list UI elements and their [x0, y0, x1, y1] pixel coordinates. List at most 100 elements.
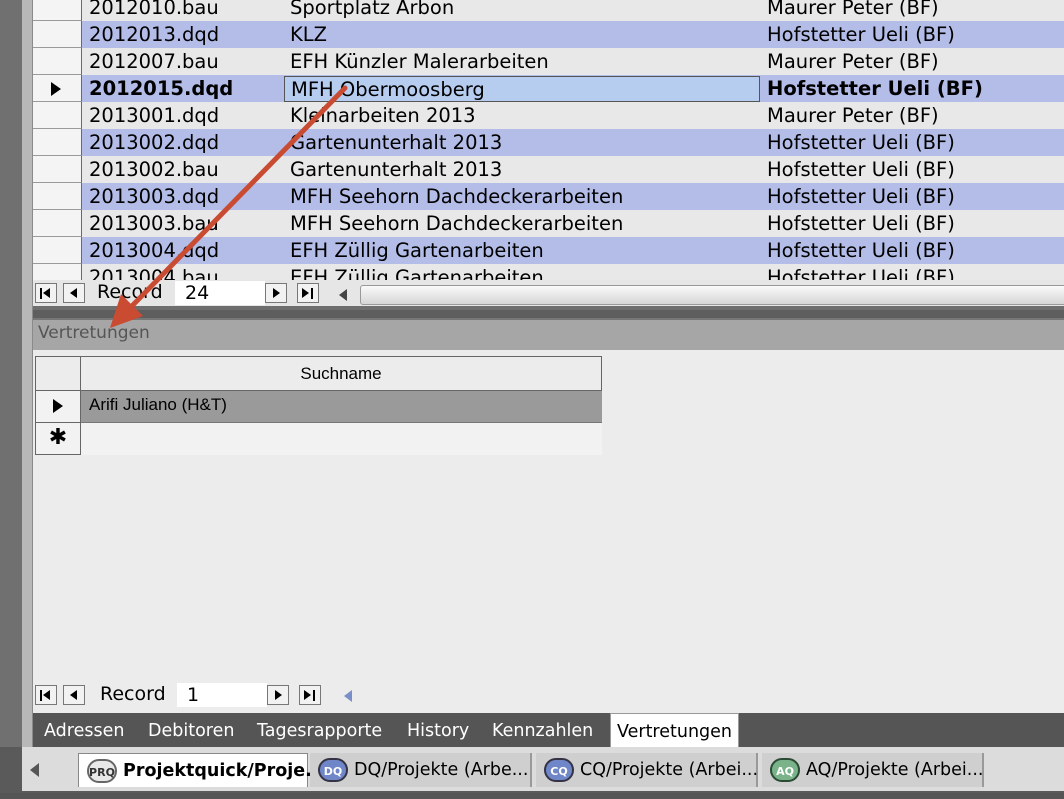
- cell-projekt[interactable]: 2013001.dqd: [89, 102, 219, 129]
- record-selector[interactable]: [33, 102, 82, 129]
- scroll-left-arrow-icon[interactable]: [344, 690, 352, 702]
- next-record-button[interactable]: [265, 283, 287, 303]
- tab-tagesrapporte[interactable]: Tagesrapporte: [251, 716, 388, 746]
- form-border-left: [22, 0, 33, 750]
- cell-projekt[interactable]: 2012010.bau: [89, 0, 219, 21]
- record-selector-current[interactable]: [35, 391, 81, 423]
- cell-projekt[interactable]: 2012007.bau: [89, 48, 219, 75]
- last-record-button[interactable]: [299, 685, 321, 705]
- next-record-button[interactable]: [267, 685, 289, 705]
- cell-projekt[interactable]: 2013002.bau: [89, 156, 219, 183]
- record-number-input[interactable]: 1: [177, 683, 267, 707]
- first-record-button[interactable]: [35, 685, 57, 705]
- scroll-left-arrow-icon[interactable]: [339, 289, 347, 301]
- cell-bezeichnung[interactable]: Gartenunterhalt 2013: [290, 156, 502, 183]
- record-selector[interactable]: [33, 21, 82, 48]
- access-application: 2012010.bau Sportplatz Arbon Maurer Pete…: [0, 0, 1064, 799]
- tab-history[interactable]: History: [401, 716, 475, 746]
- table-row-current[interactable]: 2012015.dqd MFH Obermoosberg Hofstetter …: [33, 75, 1064, 102]
- cell-leiter[interactable]: Hofstetter Ueli (BF): [767, 75, 983, 102]
- cell-projekt[interactable]: 2013003.dqd: [89, 183, 219, 210]
- record-selector[interactable]: [33, 264, 82, 280]
- table-row[interactable]: 2012010.bau Sportplatz Arbon Maurer Pete…: [33, 0, 1064, 21]
- record-selector[interactable]: [33, 0, 82, 21]
- cell-projekt[interactable]: 2013002.dqd: [89, 129, 219, 156]
- cell-leiter[interactable]: Hofstetter Ueli (BF): [767, 21, 955, 48]
- tab-adressen[interactable]: Adressen: [38, 716, 130, 746]
- cell-suchname[interactable]: Arifi Juliano (H&T): [81, 391, 602, 423]
- tab-debitoren[interactable]: Debitoren: [142, 716, 240, 746]
- column-header-suchname[interactable]: Suchname: [81, 356, 602, 391]
- record-number-input[interactable]: 24: [175, 281, 265, 305]
- cell-leiter[interactable]: Hofstetter Ueli (BF): [767, 210, 955, 237]
- cell-bezeichnung[interactable]: MFH Seehorn Dachdeckerarbeiten: [290, 183, 623, 210]
- cell-leiter[interactable]: Maurer Peter (BF): [767, 0, 939, 21]
- cell-projekt[interactable]: 2012015.dqd: [89, 75, 233, 102]
- cell-bezeichnung[interactable]: Gartenunterhalt 2013: [290, 129, 502, 156]
- cell-leiter[interactable]: Hofstetter Ueli (BF): [767, 129, 955, 156]
- record-selector[interactable]: [33, 183, 82, 210]
- table-row[interactable]: 2013002.dqd Gartenunterhalt 2013 Hofstet…: [33, 129, 1064, 156]
- form-tab-strip: Adressen Debitoren Tagesrapporte History…: [33, 713, 1064, 747]
- cell-projekt[interactable]: 2013003.bau: [89, 210, 219, 237]
- cell-leiter[interactable]: Maurer Peter (BF): [767, 102, 939, 129]
- cell-bezeichnung[interactable]: MFH Seehorn Dachdeckerarbeiten: [290, 210, 623, 237]
- cell-projekt[interactable]: 2013004.bau: [89, 264, 219, 280]
- cell-projekt[interactable]: 2012013.dqd: [89, 21, 219, 48]
- cell-bezeichnung[interactable]: Kleinarbeiten 2013: [290, 102, 476, 129]
- new-record-cell[interactable]: [81, 423, 602, 455]
- doc-tab-label: AQ/Projekte (Arbei...: [806, 760, 984, 780]
- first-record-button[interactable]: [35, 283, 57, 303]
- cell-leiter[interactable]: Hofstetter Ueli (BF): [767, 156, 955, 183]
- cell-bezeichnung[interactable]: Sportplatz Arbon: [290, 0, 454, 21]
- doc-tab-dq-projekte[interactable]: DQ DQ/Projekte (Arbe...: [310, 753, 532, 787]
- window-bottom-edge: [0, 793, 1064, 799]
- aq-app-icon: AQ: [770, 758, 800, 782]
- doc-tab-aq-projekte[interactable]: AQ AQ/Projekte (Arbei...: [762, 753, 984, 787]
- table-row[interactable]: 2013002.bau Gartenunterhalt 2013 Hofstet…: [33, 156, 1064, 183]
- tab-scroll-left-icon[interactable]: [30, 763, 39, 777]
- cell-bezeichnung[interactable]: MFH Obermoosberg: [291, 76, 485, 103]
- record-label: Record: [100, 683, 166, 705]
- record-selector-current[interactable]: [33, 75, 82, 102]
- table-row[interactable]: 2013003.dqd MFH Seehorn Dachdeckerarbeit…: [33, 183, 1064, 210]
- subform-title: Vertretungen: [38, 323, 150, 343]
- table-row[interactable]: 2013004.bau EFH Züllig Gartenarbeiten Ho…: [33, 264, 1064, 280]
- record-selector[interactable]: [33, 48, 82, 75]
- current-record-icon: [51, 82, 61, 96]
- previous-record-button[interactable]: [63, 685, 85, 705]
- table-row[interactable]: 2012013.dqd KLZ Hofstetter Ueli (BF): [33, 21, 1064, 48]
- horizontal-scrollbar[interactable]: [333, 284, 1064, 306]
- table-row[interactable]: 2013004.dqd EFH Züllig Gartenarbeiten Ho…: [33, 237, 1064, 264]
- doc-tab-projektquick[interactable]: PRQ Projektquick/Proje...: [78, 753, 325, 787]
- cell-bezeichnung[interactable]: KLZ: [290, 21, 327, 48]
- cq-app-icon: CQ: [544, 758, 574, 782]
- previous-record-button[interactable]: [63, 283, 85, 303]
- new-record-selector[interactable]: ✱: [35, 423, 81, 455]
- record-selector[interactable]: [33, 210, 82, 237]
- cell-bezeichnung-editing[interactable]: MFH Obermoosberg: [284, 76, 760, 102]
- vertretungen-subform: Vertretungen Suchname Arifi Juliano (H&T…: [33, 318, 1064, 713]
- select-all-corner[interactable]: [35, 356, 81, 391]
- scrollbar-thumb[interactable]: [360, 285, 1064, 305]
- cell-bezeichnung[interactable]: EFH Züllig Gartenarbeiten: [290, 237, 544, 264]
- record-selector[interactable]: [33, 156, 82, 183]
- table-row[interactable]: 2013003.bau MFH Seehorn Dachdeckerarbeit…: [33, 210, 1064, 237]
- record-selector[interactable]: [33, 129, 82, 156]
- cell-bezeichnung[interactable]: EFH Züllig Gartenarbeiten: [290, 264, 544, 280]
- tab-kennzahlen[interactable]: Kennzahlen: [486, 716, 599, 746]
- table-row[interactable]: 2012007.bau EFH Künzler Malerarbeiten Ma…: [33, 48, 1064, 75]
- tab-vertretungen[interactable]: Vertretungen: [610, 713, 740, 747]
- table-row[interactable]: 2013001.dqd Kleinarbeiten 2013 Maurer Pe…: [33, 102, 1064, 129]
- cell-leiter[interactable]: Hofstetter Ueli (BF): [767, 264, 955, 280]
- doc-tab-label: DQ/Projekte (Arbe...: [354, 760, 529, 780]
- cell-leiter[interactable]: Maurer Peter (BF): [767, 48, 939, 75]
- cell-leiter[interactable]: Hofstetter Ueli (BF): [767, 237, 955, 264]
- cell-leiter[interactable]: Hofstetter Ueli (BF): [767, 183, 955, 210]
- cell-bezeichnung[interactable]: EFH Künzler Malerarbeiten: [290, 48, 549, 75]
- cell-projekt[interactable]: 2013004.dqd: [89, 237, 219, 264]
- new-record-icon: ✱: [48, 425, 68, 450]
- record-selector[interactable]: [33, 237, 82, 264]
- last-record-button[interactable]: [297, 283, 319, 303]
- doc-tab-cq-projekte[interactable]: CQ CQ/Projekte (Arbei...: [536, 753, 758, 787]
